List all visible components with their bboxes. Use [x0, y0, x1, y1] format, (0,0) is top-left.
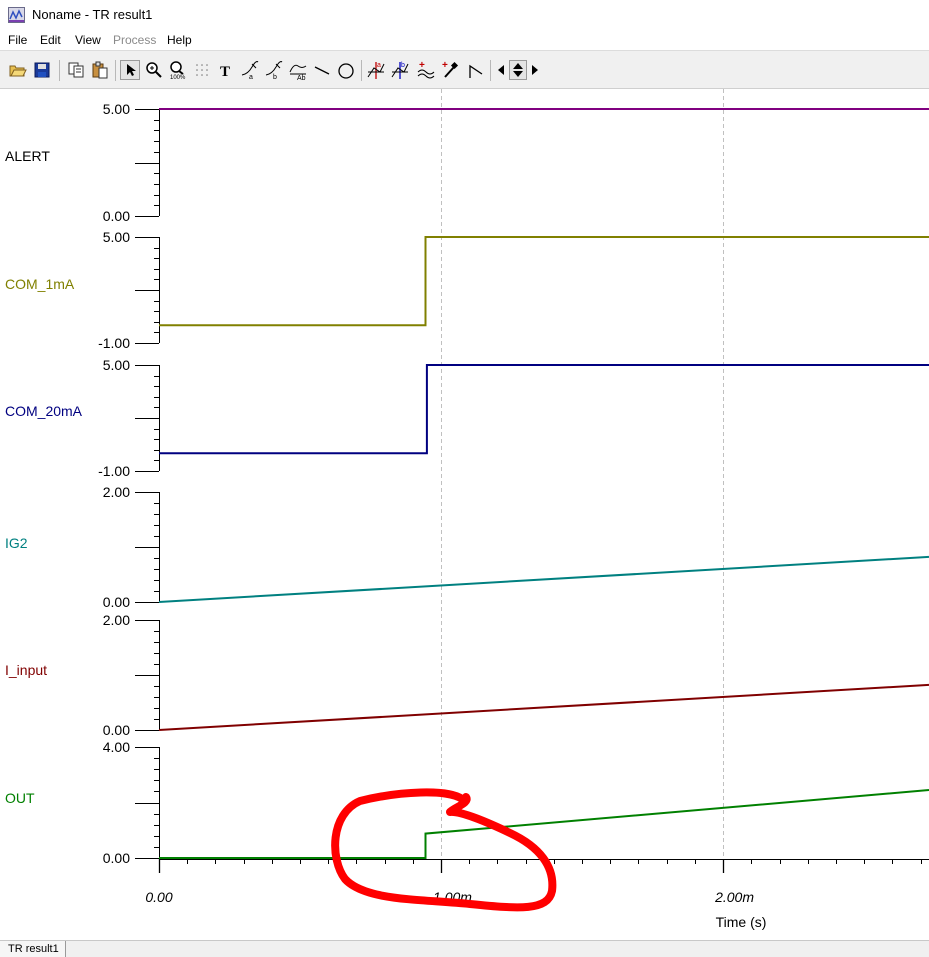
toolbar-separator	[59, 60, 60, 81]
toolbar-separator	[490, 60, 491, 81]
waveform-graph[interactable]: 5.00 0.00 ALERT 5.00 -1.00 COM_1mA 5.00 -1.00 CO…	[0, 89, 929, 940]
series-label-com_20ma: COM_20mA	[5, 403, 83, 419]
trace-com_1ma	[159, 236, 929, 327]
paste-icon[interactable]	[90, 60, 110, 80]
menu-bar: File Edit View Process Help	[0, 30, 929, 50]
curve-b-icon[interactable]: b	[264, 60, 284, 80]
toolbar: 100% T a b Ab a b + +	[0, 50, 929, 89]
cursor-b-icon[interactable]: b	[390, 60, 410, 80]
y-tick-label: 0.00	[103, 850, 130, 866]
probe-icon[interactable]: +	[440, 60, 460, 80]
line-tool-icon[interactable]	[312, 60, 332, 80]
series-label-com_1ma: COM_1mA	[5, 276, 75, 292]
svg-text:b: b	[273, 74, 277, 80]
x-tick-label: 2.00m	[714, 889, 754, 905]
grid-icon[interactable]	[192, 60, 212, 80]
x-tick-label: 0.00	[145, 889, 172, 905]
app-icon	[8, 7, 25, 23]
select-arrow-icon[interactable]	[120, 60, 140, 80]
svg-text:a: a	[377, 62, 381, 69]
status-bar: TR result1	[0, 940, 929, 957]
ellipse-tool-icon[interactable]	[336, 60, 356, 80]
series-label-out: OUT	[5, 790, 35, 806]
menu-help[interactable]: Help	[167, 33, 192, 47]
add-trace-icon[interactable]: +	[416, 60, 436, 80]
y-tick-label: 0.00	[103, 208, 130, 224]
svg-text:+: +	[419, 60, 425, 71]
svg-text:+: +	[442, 60, 448, 71]
y-tick-label: 2.00	[103, 484, 130, 500]
trace-out	[159, 789, 929, 859]
menu-view[interactable]: View	[75, 33, 101, 47]
step-icon[interactable]	[466, 60, 486, 80]
trace-com_20ma	[159, 364, 929, 455]
y-tick-label: 4.00	[103, 739, 130, 755]
save-icon[interactable]	[32, 60, 52, 80]
toolbar-separator	[361, 60, 362, 81]
copy-icon[interactable]	[66, 60, 86, 80]
arrow-updown-icon[interactable]	[509, 60, 527, 80]
trace-i_input	[158, 683, 929, 731]
toolbar-separator	[115, 60, 116, 81]
y-tick-label: 5.00	[103, 229, 130, 245]
zoom-100-icon[interactable]: 100%	[168, 60, 188, 80]
title-bar: Noname - TR result1	[0, 0, 929, 30]
series-label-alert: ALERT	[5, 148, 50, 164]
menu-edit[interactable]: Edit	[40, 33, 61, 47]
y-tick-label: 0.00	[103, 594, 130, 610]
window-title: Noname - TR result1	[32, 7, 153, 22]
series-label-ig2: IG2	[5, 535, 28, 551]
svg-text:T: T	[220, 64, 230, 80]
menu-process[interactable]: Process	[113, 33, 156, 47]
y-tick-label: -1.00	[98, 463, 130, 479]
open-folder-icon[interactable]	[8, 60, 28, 80]
x-axis-label: Time (s)	[716, 914, 767, 930]
y-tick-label: 2.00	[103, 612, 130, 628]
formula-icon[interactable]: Ab	[288, 60, 308, 80]
svg-text:b: b	[401, 62, 405, 69]
y-tick-label: 5.00	[103, 357, 130, 373]
waveform-svg: 5.00 0.00 ALERT 5.00 -1.00 COM_1mA 5.00 -1.00 CO…	[5, 89, 929, 930]
text-tool-icon[interactable]: T	[216, 60, 236, 80]
svg-text:Ab: Ab	[297, 75, 306, 80]
trace-ig2	[158, 555, 929, 603]
menu-file[interactable]: File	[8, 33, 27, 47]
y-tick-label: 0.00	[103, 722, 130, 738]
y-tick-label: 5.00	[103, 101, 130, 117]
zoom-in-icon[interactable]	[144, 60, 164, 80]
curve-a-icon[interactable]: a	[240, 60, 260, 80]
tab-tr-result1[interactable]: TR result1	[0, 941, 66, 957]
y-tick-label: -1.00	[98, 335, 130, 351]
svg-text:100%: 100%	[170, 75, 186, 80]
svg-text:a: a	[249, 74, 253, 80]
cursor-a-icon[interactable]: a	[366, 60, 386, 80]
arrow-right-icon[interactable]	[528, 60, 542, 80]
arrow-left-icon[interactable]	[494, 60, 508, 80]
series-label-i_input: I_input	[5, 662, 47, 678]
